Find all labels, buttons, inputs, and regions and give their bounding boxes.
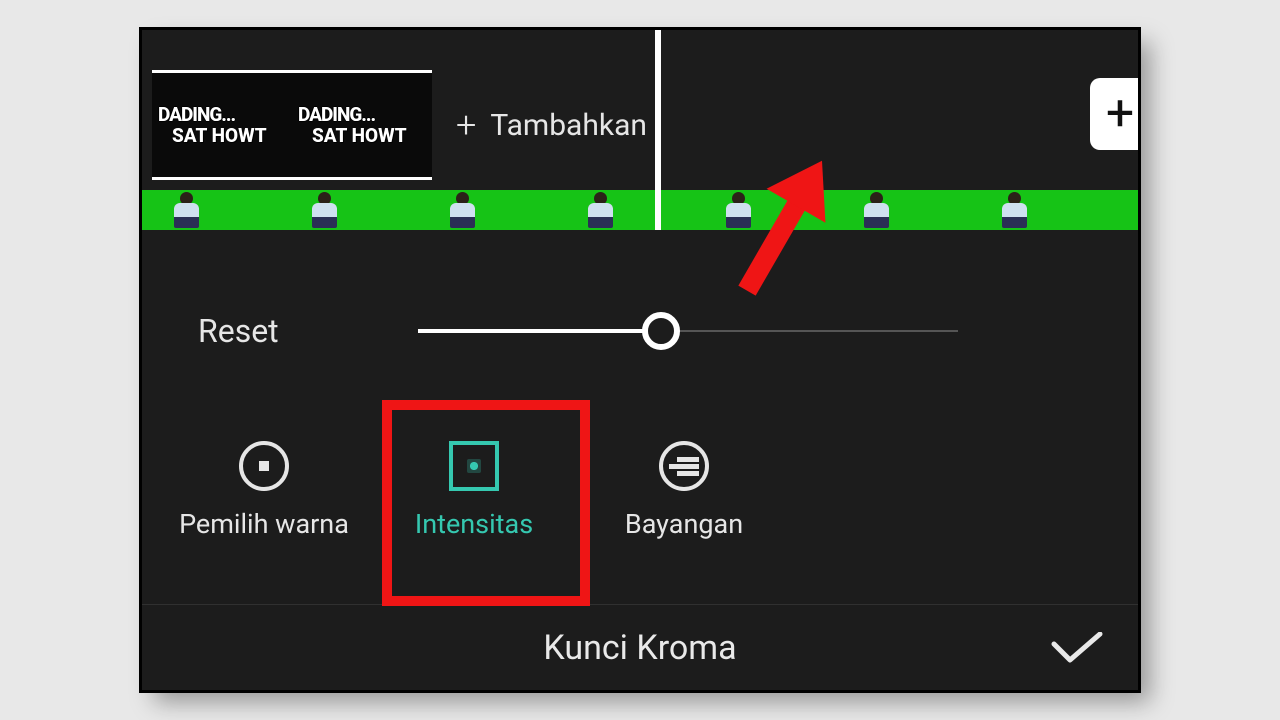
clip-row: DADING... SAT HOWT DADING... SAT HOWT + …	[142, 60, 1138, 190]
thumb-text-1: DADING...	[298, 103, 432, 126]
track-figure	[444, 190, 482, 230]
playhead[interactable]	[655, 30, 661, 230]
clip-thumbnail[interactable]: DADING... SAT HOWT	[292, 70, 432, 180]
intensity-icon	[449, 441, 499, 491]
option-label: Bayangan	[625, 508, 743, 540]
confirm-button[interactable]	[1050, 632, 1104, 664]
slider-row: Reset	[142, 312, 1138, 350]
editor-frame: DADING... SAT HOWT DADING... SAT HOWT + …	[142, 30, 1138, 690]
track-figure	[1134, 190, 1138, 230]
reset-button[interactable]: Reset	[198, 312, 418, 350]
plus-icon: +	[1106, 85, 1134, 143]
option-intensity[interactable]: Intensitas	[384, 440, 564, 540]
slider-fill	[418, 329, 661, 333]
track-figure	[306, 190, 344, 230]
color-picker-icon	[239, 441, 289, 491]
add-clip-button[interactable]: + Tambahkan	[456, 107, 647, 143]
intensity-slider[interactable]	[418, 329, 958, 333]
plus-icon: +	[456, 107, 476, 143]
track-figure	[858, 190, 896, 230]
checkmark-icon	[1050, 632, 1104, 664]
track-figure	[720, 190, 758, 230]
panel-title: Kunci Kroma	[543, 628, 736, 668]
option-row: Pemilih warna Intensitas Bayangan	[142, 440, 1138, 540]
clip-thumbnails: DADING... SAT HOWT DADING... SAT HOWT	[152, 70, 432, 180]
slider-knob[interactable]	[642, 312, 680, 350]
thumb-text-2: SAT HOWT	[158, 124, 292, 147]
track-figure	[996, 190, 1034, 230]
track-figure	[582, 190, 620, 230]
greenscreen-track[interactable]	[142, 190, 1138, 230]
option-shadow[interactable]: Bayangan	[594, 440, 774, 540]
thumb-text-2: SAT HOWT	[298, 124, 432, 147]
panel-footer: Kunci Kroma	[142, 604, 1138, 690]
chroma-panel: Reset Pemilih warna Intensitas Bayangan	[142, 230, 1138, 690]
add-clip-label: Tambahkan	[490, 108, 647, 143]
option-label: Pemilih warna	[179, 508, 349, 540]
corner-add-button[interactable]: +	[1090, 78, 1138, 150]
option-label: Intensitas	[415, 508, 533, 540]
clip-thumbnail[interactable]: DADING... SAT HOWT	[152, 70, 292, 180]
thumb-text-1: DADING...	[158, 103, 292, 126]
option-color-picker[interactable]: Pemilih warna	[174, 440, 354, 540]
shadow-icon	[659, 441, 709, 491]
track-figure	[168, 190, 206, 230]
